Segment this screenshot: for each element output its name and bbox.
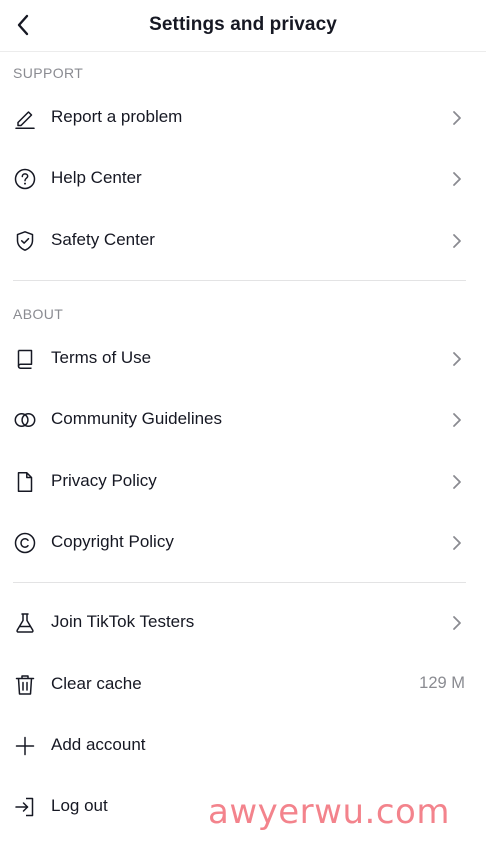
question-circle-icon <box>13 167 37 191</box>
book-icon <box>13 347 37 371</box>
section-divider <box>13 582 466 583</box>
watermark-text: awyerwu.com <box>208 792 450 832</box>
menu-item-help-center[interactable]: Help Center <box>0 148 486 209</box>
pencil-icon <box>13 106 37 130</box>
menu-item-privacy-policy[interactable]: Privacy Policy <box>0 451 486 512</box>
chevron-right-icon <box>453 413 461 427</box>
menu-item-label: Community Guidelines <box>51 409 223 428</box>
menu-item-safety-center[interactable]: Safety Center <box>0 210 486 271</box>
menu-item-label: Join TikTok Testers <box>51 612 195 631</box>
menu-item-label: Terms of Use <box>51 348 152 367</box>
section-divider <box>13 280 466 281</box>
menu-item-label: Clear cache <box>51 674 142 693</box>
menu-item-add-account[interactable]: Add account <box>0 715 486 776</box>
chevron-right-icon <box>453 111 461 125</box>
trash-icon <box>13 673 37 697</box>
menu-item-community-guidelines[interactable]: Community Guidelines <box>0 389 486 450</box>
section-label-about: ABOUT <box>13 306 64 322</box>
chevron-right-icon <box>453 234 461 248</box>
menu-item-clear-cache[interactable]: Clear cache 129 M <box>0 654 486 715</box>
flask-icon <box>13 611 37 635</box>
menu-item-label: Copyright Policy <box>51 532 174 551</box>
logout-icon <box>13 795 37 819</box>
menu-item-label: Safety Center <box>51 230 155 249</box>
section-label-support: SUPPORT <box>13 65 84 81</box>
chevron-right-icon <box>453 616 461 630</box>
shield-check-icon <box>13 229 37 253</box>
chevron-right-icon <box>453 475 461 489</box>
chevron-right-icon <box>453 352 461 366</box>
linked-circles-icon <box>13 408 37 432</box>
chevron-right-icon <box>453 536 461 550</box>
menu-item-label: Privacy Policy <box>51 471 157 490</box>
menu-item-join-tiktok-testers[interactable]: Join TikTok Testers <box>0 592 486 653</box>
top-bar: Settings and privacy <box>0 0 486 52</box>
page-title: Settings and privacy <box>149 14 337 35</box>
menu-item-label: Add account <box>51 735 146 754</box>
menu-item-terms-of-use[interactable]: Terms of Use <box>0 328 486 389</box>
copyright-icon <box>13 531 37 555</box>
menu-item-label: Report a problem <box>51 107 183 126</box>
plus-icon <box>13 734 37 758</box>
menu-item-label: Log out <box>51 796 108 815</box>
document-icon <box>13 470 37 494</box>
cache-size-value: 129 M <box>419 674 465 692</box>
menu-item-label: Help Center <box>51 168 142 187</box>
menu-item-report-a-problem[interactable]: Report a problem <box>0 87 486 148</box>
chevron-right-icon <box>453 172 461 186</box>
menu-item-copyright-policy[interactable]: Copyright Policy <box>0 512 486 573</box>
